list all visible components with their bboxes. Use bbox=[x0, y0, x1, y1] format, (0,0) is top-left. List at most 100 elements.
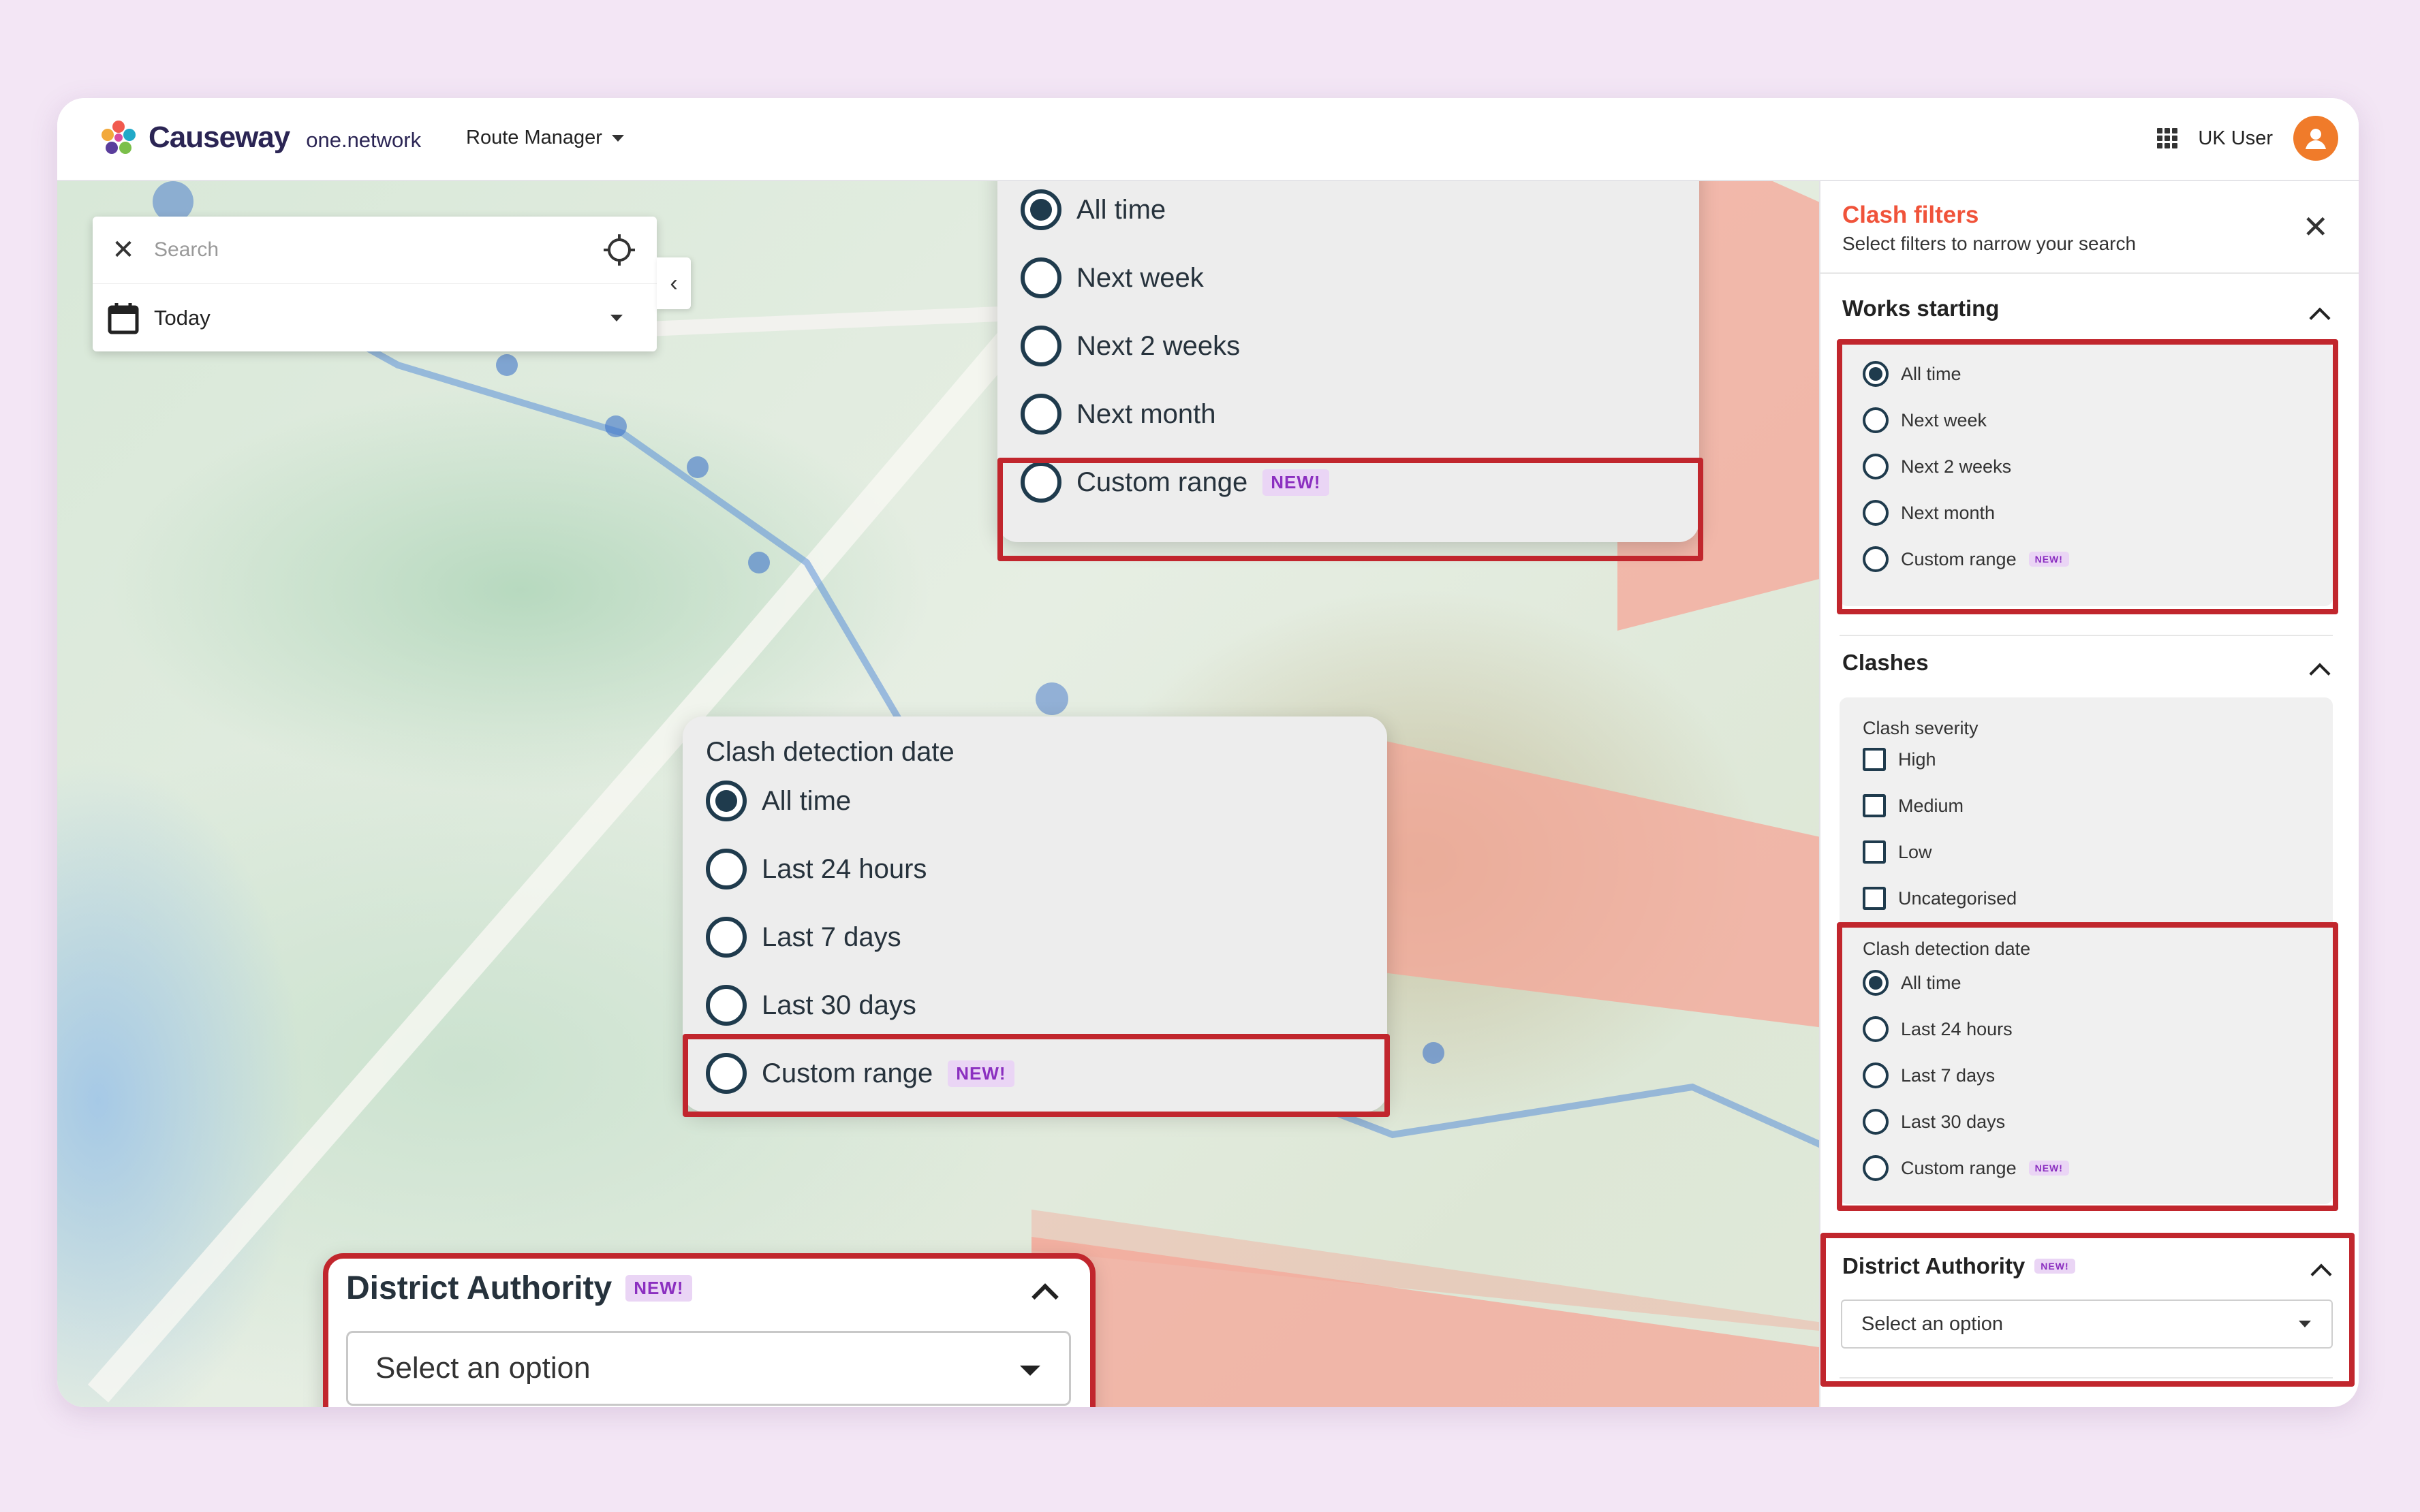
calendar-icon bbox=[93, 302, 154, 334]
chevron-left-icon: ‹ bbox=[670, 270, 678, 296]
clash-option-7d[interactable]: Last 7 days bbox=[706, 917, 901, 958]
works-starting-heading[interactable]: Works starting bbox=[1842, 296, 1999, 321]
user-name[interactable]: UK User bbox=[2198, 127, 2273, 150]
clashes-group: Clash severity High Medium Low Uncategor… bbox=[1840, 697, 2333, 1204]
clash-option-custom-range[interactable]: Custom range NEW! bbox=[706, 1053, 1014, 1094]
new-badge: NEW! bbox=[948, 1060, 1014, 1087]
works-custom-range[interactable]: Custom range NEW! bbox=[1863, 546, 2069, 572]
new-badge: NEW! bbox=[2028, 1161, 2069, 1176]
radio[interactable] bbox=[1021, 257, 1061, 298]
radio[interactable] bbox=[706, 849, 747, 889]
radio[interactable] bbox=[706, 917, 747, 958]
option-label: Next month bbox=[1076, 398, 1216, 429]
radio-selected[interactable] bbox=[1863, 361, 1889, 387]
date-select[interactable]: Today bbox=[93, 284, 657, 351]
clash-option-24h[interactable]: Last 24 hours bbox=[706, 849, 927, 889]
radio[interactable] bbox=[706, 985, 747, 1026]
option-label: Next month bbox=[1901, 502, 1996, 523]
option-label: All time bbox=[1901, 363, 1961, 384]
radio[interactable] bbox=[1863, 546, 1889, 572]
select-placeholder: Select an option bbox=[375, 1351, 591, 1385]
new-badge: NEW! bbox=[2028, 552, 2069, 567]
search-input[interactable]: Search bbox=[154, 238, 219, 262]
sidebar-title: Clash filters bbox=[1842, 202, 1979, 228]
works-option-next-month[interactable]: Next month bbox=[1021, 394, 1216, 435]
radio[interactable] bbox=[1863, 407, 1889, 433]
radio-selected[interactable] bbox=[1863, 970, 1889, 996]
works-option-next-2-weeks[interactable]: Next 2 weeks bbox=[1021, 326, 1240, 366]
option-label: Last 7 days bbox=[762, 922, 901, 952]
chevron-up-icon[interactable] bbox=[2309, 307, 2331, 329]
works-next-2-weeks[interactable]: Next 2 weeks bbox=[1863, 454, 2011, 479]
brand-sub: one.network bbox=[306, 128, 422, 152]
radio[interactable] bbox=[1863, 1155, 1889, 1181]
close-icon[interactable]: ✕ bbox=[93, 234, 154, 266]
radio[interactable] bbox=[1863, 1016, 1889, 1042]
district-authority-section: District Authority NEW! Select an option bbox=[1820, 1244, 2359, 1400]
option-label: Custom range bbox=[1076, 467, 1248, 497]
apps-grid-icon[interactable] bbox=[2157, 128, 2178, 148]
clash-date-custom-range[interactable]: Custom range NEW! bbox=[1863, 1155, 2069, 1181]
clash-date-label: Clash detection date bbox=[706, 737, 955, 767]
works-next-month[interactable]: Next month bbox=[1863, 500, 1995, 526]
severity-low[interactable]: Low bbox=[1863, 840, 1932, 864]
works-next-week[interactable]: Next week bbox=[1863, 407, 1987, 433]
option-label: Next 2 weeks bbox=[1901, 456, 2012, 477]
checkbox[interactable] bbox=[1863, 748, 1886, 771]
district-select[interactable]: Select an option bbox=[1841, 1300, 2333, 1349]
route-manager-menu[interactable]: Route Manager bbox=[466, 127, 624, 149]
district-heading[interactable]: District Authority bbox=[1842, 1253, 2025, 1279]
radio[interactable] bbox=[1863, 454, 1889, 479]
clash-option-30d[interactable]: Last 30 days bbox=[706, 985, 916, 1026]
checkbox[interactable] bbox=[1863, 794, 1886, 817]
radio[interactable] bbox=[1021, 462, 1061, 503]
radio-selected[interactable] bbox=[706, 781, 747, 821]
callout-clash-date: Clash detection date All time Last 24 ho… bbox=[683, 716, 1387, 1112]
works-option-next-week[interactable]: Next week bbox=[1021, 257, 1204, 298]
chevron-down-icon bbox=[2299, 1321, 2311, 1327]
radio[interactable] bbox=[706, 1053, 747, 1094]
new-badge: NEW! bbox=[1262, 469, 1329, 496]
new-badge: NEW! bbox=[625, 1275, 692, 1302]
severity-medium[interactable]: Medium bbox=[1863, 794, 1964, 817]
chevron-up-icon[interactable] bbox=[2310, 1263, 2332, 1285]
search-panel: ✕ Search Today bbox=[93, 217, 657, 351]
radio-selected[interactable] bbox=[1021, 189, 1061, 230]
clashes-heading[interactable]: Clashes bbox=[1842, 650, 1929, 676]
option-label: Last 24 hours bbox=[762, 853, 927, 884]
works-option-custom-range[interactable]: Custom range NEW! bbox=[1021, 462, 1329, 503]
close-icon[interactable]: ✕ bbox=[2302, 208, 2329, 245]
clash-date-30d[interactable]: Last 30 days bbox=[1863, 1109, 2005, 1135]
option-label: All time bbox=[1076, 194, 1166, 225]
clash-date-7d[interactable]: Last 7 days bbox=[1863, 1062, 1995, 1088]
new-badge: NEW! bbox=[2034, 1259, 2075, 1274]
clash-option-all-time[interactable]: All time bbox=[706, 781, 851, 821]
chevron-up-icon[interactable] bbox=[1031, 1283, 1059, 1310]
radio[interactable] bbox=[1021, 394, 1061, 435]
chevron-up-icon[interactable] bbox=[2309, 663, 2331, 684]
option-label: Next 2 weeks bbox=[1076, 330, 1241, 361]
clash-date-all-time[interactable]: All time bbox=[1863, 970, 1961, 996]
option-label: Last 24 hours bbox=[1901, 1018, 2013, 1039]
checkbox[interactable] bbox=[1863, 887, 1886, 910]
top-bar: Causeway one.network Route Manager UK Us… bbox=[57, 98, 2359, 181]
locate-icon[interactable] bbox=[602, 233, 636, 267]
radio[interactable] bbox=[1863, 500, 1889, 526]
option-label: Custom range bbox=[762, 1058, 933, 1088]
severity-high[interactable]: High bbox=[1863, 748, 1936, 771]
avatar[interactable] bbox=[2293, 116, 2338, 161]
checkbox[interactable] bbox=[1863, 840, 1886, 864]
search-row: ✕ Search bbox=[93, 217, 657, 284]
severity-uncategorised[interactable]: Uncategorised bbox=[1863, 887, 2017, 910]
collapse-panel-button[interactable]: ‹ bbox=[657, 257, 691, 309]
radio[interactable] bbox=[1021, 326, 1061, 366]
radio[interactable] bbox=[1863, 1109, 1889, 1135]
radio[interactable] bbox=[1863, 1062, 1889, 1088]
works-option-all-time[interactable]: All time bbox=[1021, 189, 1166, 230]
district-select[interactable]: Select an option bbox=[346, 1331, 1071, 1406]
clash-date-24h[interactable]: Last 24 hours bbox=[1863, 1016, 2013, 1042]
works-all-time[interactable]: All time bbox=[1863, 361, 1961, 387]
chevron-down-icon bbox=[610, 314, 623, 321]
logo[interactable]: Causeway one.network bbox=[98, 117, 421, 158]
option-label: Last 7 days bbox=[1901, 1065, 1996, 1086]
